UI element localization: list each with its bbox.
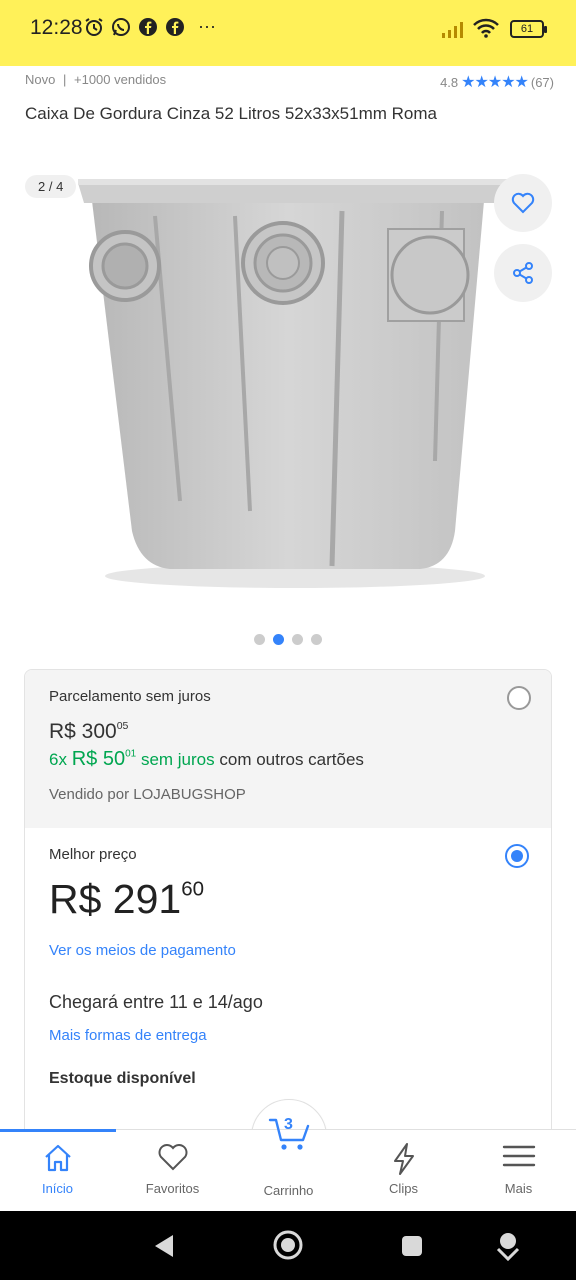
nav-label: Carrinho: [263, 1183, 314, 1198]
rating-value: 4.8: [440, 74, 459, 90]
other-cards: com outros cartões: [219, 750, 364, 769]
offers-card: Parcelamento sem juros R$ 30005 6x R$ 50…: [24, 669, 552, 1139]
offer-price: R$ 30005: [49, 720, 128, 744]
favorite-button[interactable]: [494, 174, 552, 232]
system-navigation-bar: [0, 1211, 576, 1280]
nav-favorites[interactable]: Favoritos: [115, 1130, 230, 1212]
payment-methods-link[interactable]: Ver os meios de pagamento: [49, 942, 236, 959]
status-bar: 12:28 ··· 61: [0, 0, 576, 66]
installments-count: 6x: [49, 750, 67, 769]
installment-price: R$ 5001: [72, 748, 137, 770]
heart-icon: [158, 1144, 187, 1171]
share-button[interactable]: [494, 244, 552, 302]
nav-label: Favoritos: [145, 1181, 200, 1196]
nav-label: Clips: [389, 1181, 418, 1196]
keyboard-hide-icon[interactable]: [494, 1231, 522, 1261]
gallery-pagination[interactable]: [0, 634, 576, 645]
installments-info: 6x R$ 5001 sem juros com outros cartões: [49, 748, 364, 771]
whatsapp-icon: [112, 18, 130, 36]
product-image: [78, 179, 510, 588]
nav-more[interactable]: Mais: [461, 1130, 576, 1212]
product-title: Caixa De Gordura Cinza 52 Litros 52x33x5…: [25, 104, 437, 123]
signal-icon: [442, 22, 463, 38]
home-circle-icon[interactable]: [272, 1229, 304, 1261]
pagination-dot[interactable]: [254, 634, 265, 645]
delivery-info: Chegará entre 11 e 14/ago: [49, 992, 263, 1012]
best-price-heading: Melhor preço: [49, 846, 137, 863]
offer-installments[interactable]: Parcelamento sem juros R$ 30005 6x R$ 50…: [25, 670, 551, 828]
heart-icon: [511, 192, 535, 214]
review-count: (67): [530, 74, 554, 90]
nav-label: Início: [41, 1181, 74, 1196]
home-icon: [44, 1144, 71, 1172]
price-main: R$ 300: [49, 720, 117, 743]
delivery-options-link[interactable]: Mais formas de entrega: [49, 1027, 207, 1044]
product-gallery[interactable]: 2 / 4: [0, 165, 576, 605]
stock-status: Estoque disponível: [49, 1070, 196, 1087]
image-counter: 2 / 4: [25, 175, 77, 198]
nav-clips[interactable]: Clips: [346, 1130, 461, 1212]
offer-heading: Parcelamento sem juros: [49, 688, 211, 705]
nav-label: Mais: [504, 1181, 533, 1196]
nav-cart[interactable]: 3 Carrinho: [231, 1116, 346, 1212]
facebook-icon: [139, 18, 157, 36]
seller-info: Vendido por LOJABUGSHOP: [49, 786, 246, 803]
installment-cents: 01: [125, 748, 137, 760]
bolt-icon: [393, 1143, 414, 1175]
best-price-radio[interactable]: [505, 844, 529, 868]
wifi-icon: [473, 18, 499, 38]
share-icon: [513, 262, 533, 284]
battery-icon: 61: [510, 20, 547, 38]
price-cents: 60: [181, 877, 205, 901]
recents-icon[interactable]: [401, 1235, 423, 1257]
more-notifications-icon: ···: [198, 16, 216, 36]
price-cents: 05: [116, 720, 129, 733]
pagination-dot[interactable]: [311, 634, 322, 645]
condition-label: Novo: [25, 72, 56, 87]
back-icon[interactable]: [152, 1233, 176, 1259]
product-condition: Novo | +1000 vendidos: [25, 72, 166, 87]
facebook-icon: [166, 18, 184, 36]
star-icon: ★★★★★: [461, 74, 529, 91]
alarm-icon: [85, 18, 103, 36]
separator: |: [62, 72, 67, 87]
menu-icon: [502, 1145, 535, 1167]
rating[interactable]: 4.8 ★★★★★ (67): [440, 72, 554, 92]
nav-home[interactable]: Início: [0, 1130, 115, 1212]
sold-count: +1000 vendidos: [74, 72, 167, 87]
status-time: 12:28: [30, 16, 83, 39]
pagination-dot[interactable]: [292, 634, 303, 645]
bottom-navigation: Início Favoritos 3 Carrinho Clips Mais: [0, 1116, 576, 1212]
installment-main: R$ 50: [71, 748, 126, 770]
interest-free: sem juros: [140, 750, 215, 769]
pagination-dot-active[interactable]: [273, 634, 284, 645]
cart-badge: 3: [284, 1116, 293, 1133]
price-main: R$ 291: [49, 876, 182, 922]
best-price: R$ 29160: [49, 876, 204, 923]
offer-radio[interactable]: [507, 686, 531, 710]
